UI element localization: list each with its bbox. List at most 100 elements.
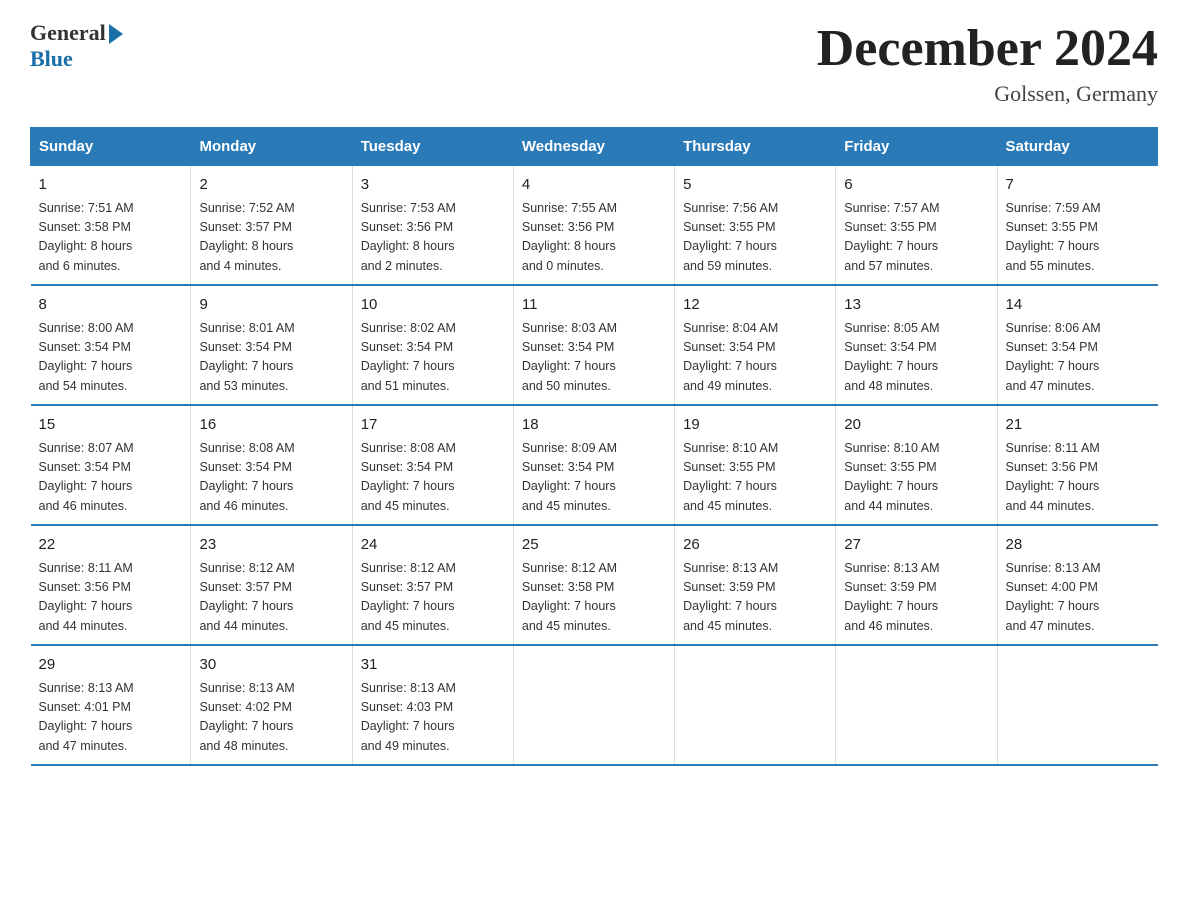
week-row-1: 1Sunrise: 7:51 AM Sunset: 3:58 PM Daylig…: [31, 166, 1158, 286]
title-area: December 2024 Golssen, Germany: [817, 20, 1158, 107]
day-number: 27: [844, 534, 988, 557]
day-number: 1: [39, 174, 183, 197]
calendar-cell: 14Sunrise: 8:06 AM Sunset: 3:54 PM Dayli…: [997, 285, 1158, 405]
day-info: Sunrise: 8:08 AM Sunset: 3:54 PM Dayligh…: [199, 439, 343, 517]
day-info: Sunrise: 8:13 AM Sunset: 4:03 PM Dayligh…: [361, 679, 505, 757]
calendar-table: SundayMondayTuesdayWednesdayThursdayFrid…: [30, 127, 1158, 766]
column-header-thursday: Thursday: [675, 128, 836, 166]
calendar-cell: 22Sunrise: 8:11 AM Sunset: 3:56 PM Dayli…: [31, 525, 191, 645]
day-info: Sunrise: 7:57 AM Sunset: 3:55 PM Dayligh…: [844, 199, 988, 277]
day-info: Sunrise: 7:55 AM Sunset: 3:56 PM Dayligh…: [522, 199, 666, 277]
day-number: 29: [39, 654, 183, 677]
day-number: 14: [1006, 294, 1150, 317]
day-number: 28: [1006, 534, 1150, 557]
column-header-sunday: Sunday: [31, 128, 191, 166]
calendar-cell: 24Sunrise: 8:12 AM Sunset: 3:57 PM Dayli…: [352, 525, 513, 645]
day-number: 23: [199, 534, 343, 557]
day-info: Sunrise: 8:10 AM Sunset: 3:55 PM Dayligh…: [683, 439, 827, 517]
day-number: 16: [199, 414, 343, 437]
day-info: Sunrise: 8:05 AM Sunset: 3:54 PM Dayligh…: [844, 319, 988, 397]
day-info: Sunrise: 8:08 AM Sunset: 3:54 PM Dayligh…: [361, 439, 505, 517]
calendar-cell: 2Sunrise: 7:52 AM Sunset: 3:57 PM Daylig…: [191, 166, 352, 286]
day-info: Sunrise: 8:13 AM Sunset: 4:00 PM Dayligh…: [1006, 559, 1150, 637]
calendar-cell: 1Sunrise: 7:51 AM Sunset: 3:58 PM Daylig…: [31, 166, 191, 286]
day-info: Sunrise: 8:00 AM Sunset: 3:54 PM Dayligh…: [39, 319, 183, 397]
column-header-tuesday: Tuesday: [352, 128, 513, 166]
calendar-cell: 4Sunrise: 7:55 AM Sunset: 3:56 PM Daylig…: [513, 166, 674, 286]
day-number: 24: [361, 534, 505, 557]
calendar-cell: [675, 645, 836, 765]
day-info: Sunrise: 8:11 AM Sunset: 3:56 PM Dayligh…: [39, 559, 183, 637]
calendar-cell: 26Sunrise: 8:13 AM Sunset: 3:59 PM Dayli…: [675, 525, 836, 645]
calendar-cell: 15Sunrise: 8:07 AM Sunset: 3:54 PM Dayli…: [31, 405, 191, 525]
day-info: Sunrise: 8:13 AM Sunset: 4:02 PM Dayligh…: [199, 679, 343, 757]
calendar-cell: 29Sunrise: 8:13 AM Sunset: 4:01 PM Dayli…: [31, 645, 191, 765]
calendar-cell: 7Sunrise: 7:59 AM Sunset: 3:55 PM Daylig…: [997, 166, 1158, 286]
day-info: Sunrise: 8:13 AM Sunset: 4:01 PM Dayligh…: [39, 679, 183, 757]
calendar-cell: 19Sunrise: 8:10 AM Sunset: 3:55 PM Dayli…: [675, 405, 836, 525]
day-info: Sunrise: 8:13 AM Sunset: 3:59 PM Dayligh…: [844, 559, 988, 637]
calendar-cell: 20Sunrise: 8:10 AM Sunset: 3:55 PM Dayli…: [836, 405, 997, 525]
day-info: Sunrise: 8:02 AM Sunset: 3:54 PM Dayligh…: [361, 319, 505, 397]
calendar-cell: [836, 645, 997, 765]
day-info: Sunrise: 8:07 AM Sunset: 3:54 PM Dayligh…: [39, 439, 183, 517]
calendar-cell: 10Sunrise: 8:02 AM Sunset: 3:54 PM Dayli…: [352, 285, 513, 405]
calendar-cell: 13Sunrise: 8:05 AM Sunset: 3:54 PM Dayli…: [836, 285, 997, 405]
calendar-cell: 8Sunrise: 8:00 AM Sunset: 3:54 PM Daylig…: [31, 285, 191, 405]
day-info: Sunrise: 8:11 AM Sunset: 3:56 PM Dayligh…: [1006, 439, 1150, 517]
day-number: 26: [683, 534, 827, 557]
calendar-cell: 16Sunrise: 8:08 AM Sunset: 3:54 PM Dayli…: [191, 405, 352, 525]
calendar-cell: 27Sunrise: 8:13 AM Sunset: 3:59 PM Dayli…: [836, 525, 997, 645]
day-number: 21: [1006, 414, 1150, 437]
calendar-cell: 28Sunrise: 8:13 AM Sunset: 4:00 PM Dayli…: [997, 525, 1158, 645]
logo-arrow-icon: [109, 24, 123, 44]
logo-blue-text: Blue: [30, 46, 73, 72]
calendar-cell: [513, 645, 674, 765]
day-number: 19: [683, 414, 827, 437]
day-number: 17: [361, 414, 505, 437]
calendar-header-row: SundayMondayTuesdayWednesdayThursdayFrid…: [31, 128, 1158, 166]
day-number: 10: [361, 294, 505, 317]
page-subtitle: Golssen, Germany: [817, 81, 1158, 107]
calendar-cell: 18Sunrise: 8:09 AM Sunset: 3:54 PM Dayli…: [513, 405, 674, 525]
calendar-cell: 9Sunrise: 8:01 AM Sunset: 3:54 PM Daylig…: [191, 285, 352, 405]
page-title: December 2024: [817, 20, 1158, 77]
day-info: Sunrise: 8:01 AM Sunset: 3:54 PM Dayligh…: [199, 319, 343, 397]
day-number: 15: [39, 414, 183, 437]
day-number: 8: [39, 294, 183, 317]
day-number: 13: [844, 294, 988, 317]
calendar-cell: 3Sunrise: 7:53 AM Sunset: 3:56 PM Daylig…: [352, 166, 513, 286]
day-info: Sunrise: 8:09 AM Sunset: 3:54 PM Dayligh…: [522, 439, 666, 517]
day-info: Sunrise: 7:51 AM Sunset: 3:58 PM Dayligh…: [39, 199, 183, 277]
day-info: Sunrise: 7:59 AM Sunset: 3:55 PM Dayligh…: [1006, 199, 1150, 277]
day-info: Sunrise: 7:56 AM Sunset: 3:55 PM Dayligh…: [683, 199, 827, 277]
day-number: 22: [39, 534, 183, 557]
logo: General Blue: [30, 20, 123, 72]
day-number: 12: [683, 294, 827, 317]
calendar-cell: 23Sunrise: 8:12 AM Sunset: 3:57 PM Dayli…: [191, 525, 352, 645]
day-info: Sunrise: 7:53 AM Sunset: 3:56 PM Dayligh…: [361, 199, 505, 277]
day-number: 6: [844, 174, 988, 197]
day-number: 31: [361, 654, 505, 677]
day-number: 20: [844, 414, 988, 437]
day-info: Sunrise: 8:06 AM Sunset: 3:54 PM Dayligh…: [1006, 319, 1150, 397]
day-number: 25: [522, 534, 666, 557]
day-number: 18: [522, 414, 666, 437]
day-info: Sunrise: 8:12 AM Sunset: 3:57 PM Dayligh…: [199, 559, 343, 637]
calendar-cell: 25Sunrise: 8:12 AM Sunset: 3:58 PM Dayli…: [513, 525, 674, 645]
column-header-friday: Friday: [836, 128, 997, 166]
week-row-2: 8Sunrise: 8:00 AM Sunset: 3:54 PM Daylig…: [31, 285, 1158, 405]
day-number: 5: [683, 174, 827, 197]
day-info: Sunrise: 8:10 AM Sunset: 3:55 PM Dayligh…: [844, 439, 988, 517]
day-number: 9: [199, 294, 343, 317]
calendar-cell: 30Sunrise: 8:13 AM Sunset: 4:02 PM Dayli…: [191, 645, 352, 765]
page-header: General Blue December 2024 Golssen, Germ…: [30, 20, 1158, 107]
calendar-cell: 31Sunrise: 8:13 AM Sunset: 4:03 PM Dayli…: [352, 645, 513, 765]
day-info: Sunrise: 8:12 AM Sunset: 3:58 PM Dayligh…: [522, 559, 666, 637]
calendar-cell: 17Sunrise: 8:08 AM Sunset: 3:54 PM Dayli…: [352, 405, 513, 525]
calendar-cell: 12Sunrise: 8:04 AM Sunset: 3:54 PM Dayli…: [675, 285, 836, 405]
calendar-cell: 6Sunrise: 7:57 AM Sunset: 3:55 PM Daylig…: [836, 166, 997, 286]
calendar-cell: 21Sunrise: 8:11 AM Sunset: 3:56 PM Dayli…: [997, 405, 1158, 525]
day-info: Sunrise: 8:13 AM Sunset: 3:59 PM Dayligh…: [683, 559, 827, 637]
week-row-3: 15Sunrise: 8:07 AM Sunset: 3:54 PM Dayli…: [31, 405, 1158, 525]
